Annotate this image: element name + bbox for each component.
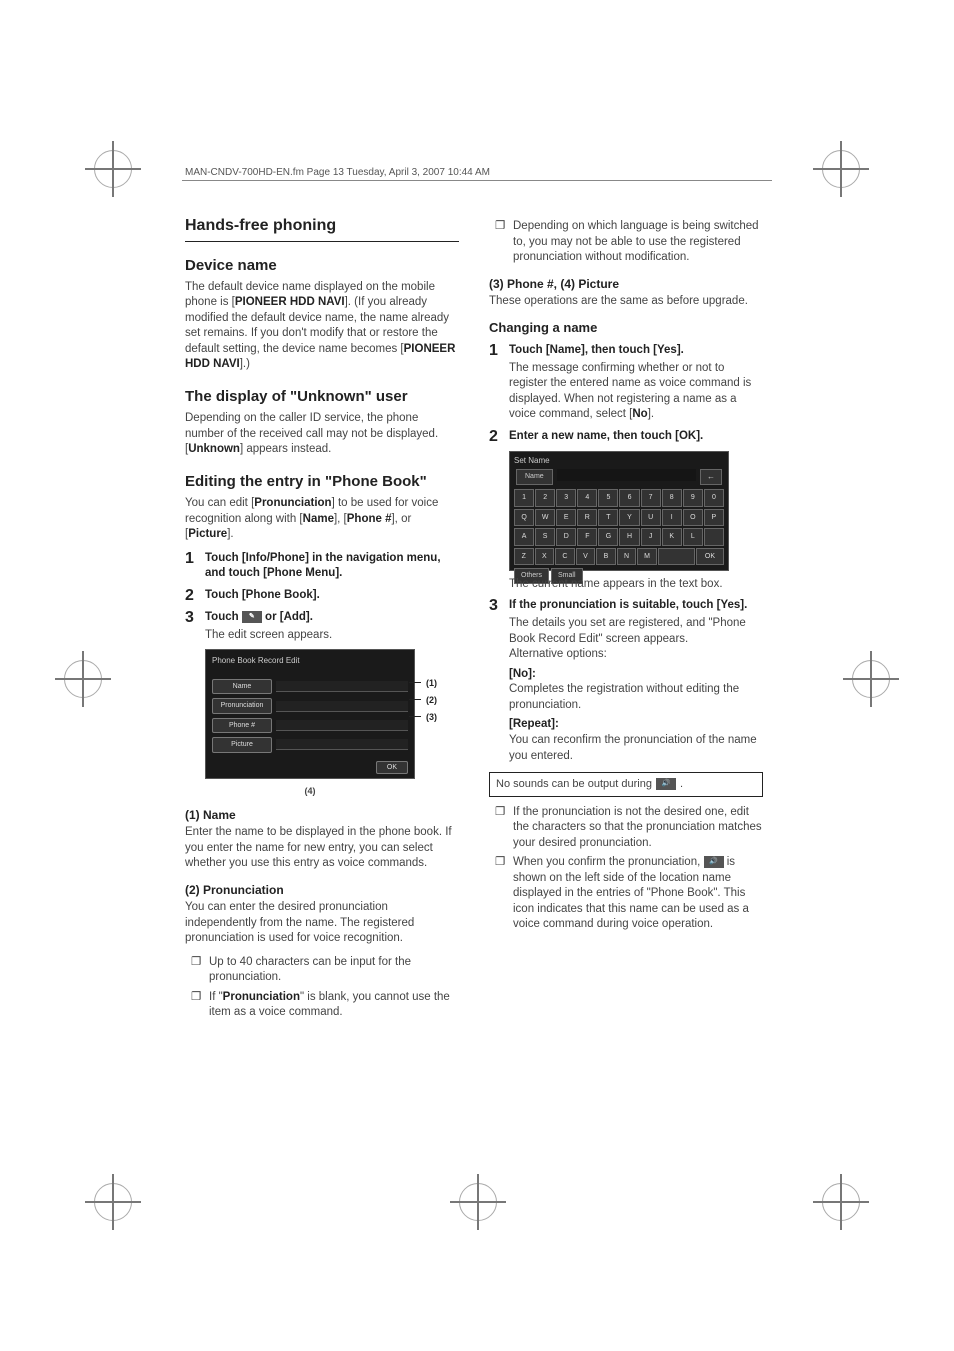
step-text: Enter a new name, then touch [OK]. [509,429,763,445]
option-repeat-heading: [Repeat]: [509,717,763,733]
page: MAN-CNDV-700HD-EN.fm Page 13 Tuesday, Ap… [0,0,954,1351]
bullet-icon: ❐ [495,805,507,852]
bullet-text: Up to 40 characters can be input for the… [209,955,459,986]
figure-ok-button: OK [376,761,408,774]
step-text: Touch ✎ or [Add]. [205,610,459,626]
figure-row-picture: Picture [212,737,408,752]
step-3-body: The edit screen appears. [205,628,459,644]
keyboard-row: QWERTYUIOP [514,509,724,526]
keyboard-row: ZXCVBNMOK [514,548,724,565]
note-text: No sounds can be output during [496,777,652,792]
bullet-text: When you confirm the pronunciation, 🔊 is… [513,855,763,933]
step-3-body: The details you set are registered, and … [509,616,763,764]
unknown-user-para: Depending on the caller ID service, the … [185,411,459,458]
ok-key: OK [696,548,724,565]
sub-name-heading: (1) Name [185,807,459,823]
keyboard-row: 1234567890 [514,489,724,506]
bullet-item: ❐ Up to 40 characters can be input for t… [191,955,459,986]
sub-phone-picture-heading: (3) Phone #, (4) Picture [489,276,763,292]
step-number: 1 [185,551,199,567]
device-name-para: The default device name displayed on the… [185,280,459,373]
step-number: 1 [489,343,503,359]
keyboard-top-row: Name ← [514,467,724,488]
header-file-info: MAN-CNDV-700HD-EN.fm Page 13 Tuesday, Ap… [185,167,490,178]
left-column: Hands-free phoning Device name The defau… [185,215,459,1025]
step-1: 1 Touch [Name], then touch [Yes]. [489,343,763,359]
step-number: 2 [489,429,503,445]
backspace-key: ← [700,469,722,486]
section-unknown-user: The display of "Unknown" user [185,387,459,407]
sub-pronunciation-para: You can enter the desired pronunciation … [185,900,459,947]
step-1: 1 Touch [Info/Phone] in the navigation m… [185,551,459,582]
registration-mark [459,1183,497,1221]
bullet-text: If "Pronunciation" is blank, you cannot … [209,990,459,1021]
option-repeat-para: You can reconfirm the pronunciation of t… [509,733,763,764]
figure-title: Phone Book Record Edit [212,656,408,667]
figure-marker-4: (4) [205,785,415,797]
bullet-item: ❐ When you confirm the pronunciation, 🔊 … [495,855,763,933]
content-columns: Hands-free phoning Device name The defau… [185,215,763,1025]
figure-row-pronunciation: Pronunciation [212,698,408,713]
header-rule [182,180,772,181]
chapter-title: Hands-free phoning [185,215,459,242]
registration-mark [94,150,132,188]
voice-speaking-icon: 🔊 [656,778,676,790]
note-box: No sounds can be output during 🔊. [489,772,763,797]
bullet-icon: ❐ [191,990,203,1021]
editing-intro-para: You can edit [Pronunciation] to be used … [185,496,459,543]
step-text: Touch [Info/Phone] in the navigation men… [205,551,459,582]
figure-title: Set Name [514,456,724,467]
bullet-icon: ❐ [191,955,203,986]
step-text: Touch [Phone Book]. [205,588,459,604]
bullet-item: ❐ If "Pronunciation" is blank, you canno… [191,990,459,1021]
bullet-text: Depending on which language is being swi… [513,219,763,266]
registration-mark [94,1183,132,1221]
figure-marker-3: (3) [426,711,437,723]
step-3: 3 If the pronunciation is suitable, touc… [489,598,763,614]
bullet-item: ❐ If the pronunciation is not the desire… [495,805,763,852]
figure-phone-book-edit: Phone Book Record Edit Name Pronunciatio… [205,649,415,779]
voice-edit-icon: ✎ [242,611,262,623]
step-2-body: The current name appears in the text box… [509,577,763,593]
step-number: 2 [185,588,199,604]
name-field-label: Name [516,469,553,486]
option-no-heading: [No]: [509,667,763,683]
changing-name-heading: Changing a name [489,319,763,337]
section-editing-phone-book: Editing the entry in "Phone Book" [185,472,459,492]
step-number: 3 [489,598,503,614]
bullet-icon: ❐ [495,219,507,266]
bullet-icon: ❐ [495,855,507,933]
name-input-field [557,469,696,481]
registration-mark [852,660,890,698]
figure-row-phone: Phone # [212,718,408,733]
figure-wrapper: Set Name Name ← 1234567890 QWERTYUIOP AS… [509,451,729,571]
sub-phone-picture-para: These operations are the same as before … [489,294,763,310]
section-device-name: Device name [185,256,459,276]
figure-keyboard: Set Name Name ← 1234567890 QWERTYUIOP AS… [509,451,729,571]
registration-mark [822,1183,860,1221]
step-number: 3 [185,610,199,626]
sub-name-para: Enter the name to be displayed in the ph… [185,825,459,872]
bullet-item: ❐ Depending on which language is being s… [495,219,763,266]
keyboard-row: ASDFGHJKL [514,528,724,545]
step-1-body: The message confirming whether or not to… [509,361,763,423]
step-text: If the pronunciation is suitable, touch … [509,598,763,614]
step-2: 2 Enter a new name, then touch [OK]. [489,429,763,445]
figure-row-name: Name [212,679,408,694]
step-2: 2 Touch [Phone Book]. [185,588,459,604]
sub-pronunciation-heading: (2) Pronunciation [185,882,459,898]
figure-marker-2: (2) [426,694,437,706]
figure-wrapper: Phone Book Record Edit Name Pronunciatio… [205,649,415,797]
option-no-para: Completes the registration without editi… [509,682,763,713]
step-3: 3 Touch ✎ or [Add]. [185,610,459,626]
registration-mark [822,150,860,188]
voice-confirm-icon: 🔊 [704,856,724,868]
bullet-text: If the pronunciation is not the desired … [513,805,763,852]
step-text: Touch [Name], then touch [Yes]. [509,343,763,359]
right-column: ❐ Depending on which language is being s… [489,215,763,1025]
registration-mark [64,660,102,698]
figure-marker-1: (1) [426,677,437,689]
